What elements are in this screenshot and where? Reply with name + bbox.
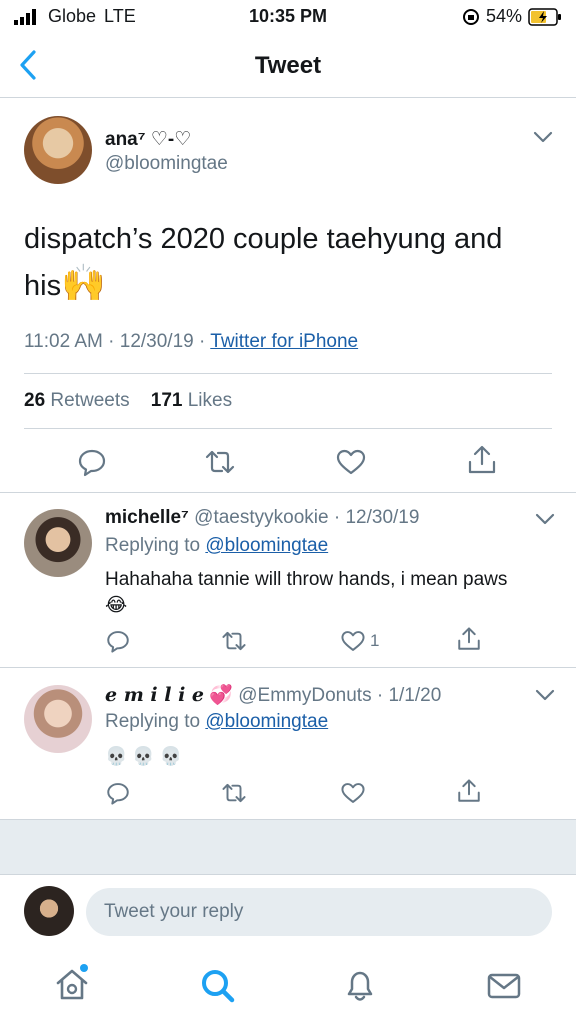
likes-count-link[interactable]: 171 Likes — [151, 390, 232, 411]
chevron-down-icon — [534, 512, 556, 526]
share-icon — [456, 778, 482, 804]
tab-notifications[interactable] — [340, 966, 380, 1006]
reply-options-button[interactable] — [534, 512, 556, 531]
author-handle[interactable]: @bloomingtae — [105, 153, 228, 175]
like-button[interactable] — [340, 780, 366, 806]
reply-input[interactable]: Tweet your reply — [86, 888, 552, 936]
reply-icon — [105, 780, 131, 806]
retweet-button[interactable] — [220, 628, 246, 654]
reply-date: · 1/1/20 — [371, 685, 442, 706]
raising-hands-emoji: 🙌 — [61, 262, 106, 303]
tweet-text-line2: his — [24, 270, 62, 302]
heart-emoji: 💞 — [209, 685, 233, 706]
battery-icon — [528, 7, 562, 26]
divider — [0, 667, 576, 668]
reply-button[interactable] — [105, 628, 131, 654]
reply-header: michelle⁷ @taestyykookie · 12/30/19 — [105, 507, 419, 529]
page-title: Tweet — [254, 52, 322, 79]
reply-button[interactable] — [76, 446, 108, 478]
replying-to-link[interactable]: @bloomingtae — [205, 711, 328, 732]
tweet-meta: 11:02 AM · 12/30/19 · Twitter for iPhone — [24, 331, 358, 353]
heart-icon — [340, 780, 366, 806]
reply-avatar[interactable] — [24, 685, 92, 753]
tears-of-joy-emoji: 😂 — [105, 595, 128, 616]
reply-header: 𝒆 𝒎 𝒊 𝒍 𝒊 𝒆 💞 @EmmyDonuts · 1/1/20 — [105, 683, 441, 707]
retweet-icon — [204, 446, 236, 478]
orientation-lock-icon — [462, 8, 480, 26]
reply-avatar[interactable] — [24, 509, 92, 577]
replying-to-prefix: Replying to — [105, 535, 206, 556]
reply-display-name[interactable]: 𝒆 𝒎 𝒊 𝒍 𝒊 𝒆 — [105, 684, 204, 706]
status-bar: Globe LTE 10:35 PM 54% — [0, 0, 576, 34]
tab-messages[interactable] — [484, 966, 524, 1006]
heart-icon — [340, 628, 366, 654]
tweet-text: dispatch’s 2020 couple taehyung and his🙌 — [24, 218, 554, 308]
replying-to-prefix: Replying to — [105, 711, 206, 732]
reply-options-button[interactable] — [534, 688, 556, 707]
author-avatar[interactable] — [24, 116, 92, 184]
tab-home[interactable] — [52, 964, 92, 1004]
heart-icon — [335, 446, 367, 478]
like-button[interactable] — [335, 446, 367, 478]
reply-button[interactable] — [105, 780, 131, 806]
share-button[interactable] — [456, 626, 482, 652]
share-button[interactable] — [466, 444, 498, 476]
reply-text: Hahahaha tannie will throw hands, i mean… — [105, 567, 555, 619]
tweet-text-line1: dispatch’s 2020 couple taehyung and — [24, 223, 503, 255]
reply-icon — [105, 628, 131, 654]
tweet-source-link[interactable]: Twitter for iPhone — [210, 331, 358, 352]
replying-to-link[interactable]: @bloomingtae — [205, 535, 328, 556]
reply-date: · 12/30/19 — [328, 507, 420, 528]
search-icon — [198, 966, 238, 1006]
retweet-button[interactable] — [220, 780, 246, 806]
bell-icon — [340, 966, 380, 1006]
battery-percent: 54% — [485, 6, 522, 26]
likes-label: Likes — [187, 390, 233, 411]
share-icon — [456, 626, 482, 652]
retweets-label: Retweets — [50, 390, 130, 411]
reply-display-name[interactable]: michelle⁷ — [105, 507, 189, 528]
replying-to: Replying to @bloomingtae — [105, 711, 328, 733]
home-icon — [52, 964, 92, 1004]
reply-text-body: Hahahaha tannie will throw hands, i mean… — [105, 569, 508, 590]
chevron-down-icon — [532, 130, 554, 144]
chevron-down-icon — [534, 688, 556, 702]
tab-search[interactable] — [198, 966, 238, 1006]
tweet-options-button[interactable] — [532, 130, 554, 149]
reply-handle[interactable]: @taestyykookie — [194, 507, 328, 528]
feed-end-spacer — [0, 819, 576, 875]
retweet-icon — [220, 628, 248, 654]
skull-emojis: 💀 💀 💀 — [105, 746, 183, 766]
navigation-header: Tweet — [0, 34, 576, 98]
replying-to: Replying to @bloomingtae — [105, 535, 328, 557]
author-display-name[interactable]: ana⁷ ♡-♡ — [105, 128, 191, 151]
current-user-avatar[interactable] — [24, 886, 74, 936]
share-button[interactable] — [456, 778, 482, 804]
divider — [0, 492, 576, 493]
retweets-count-link[interactable]: 26 Retweets — [24, 390, 130, 411]
retweets-count: 26 — [24, 390, 46, 411]
status-right: 54% — [462, 6, 562, 27]
reply-handle[interactable]: @EmmyDonuts — [238, 685, 371, 706]
like-button[interactable]: 1 — [340, 628, 379, 654]
likes-count: 171 — [150, 390, 183, 411]
retweet-icon — [220, 780, 248, 806]
retweet-button[interactable] — [204, 446, 236, 478]
share-icon — [466, 444, 498, 476]
tweet-counts: 26 Retweets 171 Likes — [24, 390, 232, 412]
like-count: 1 — [370, 631, 380, 650]
tweet-timestamp: 11:02 AM · 12/30/19 · — [24, 331, 211, 352]
envelope-icon — [484, 966, 524, 1006]
reply-icon — [76, 446, 108, 478]
divider — [24, 373, 552, 374]
divider — [24, 428, 552, 429]
